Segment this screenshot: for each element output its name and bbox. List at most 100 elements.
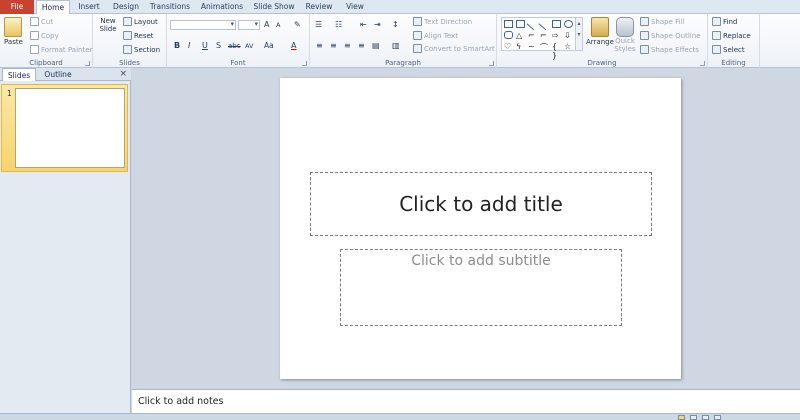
align-left-icon[interactable]: ≡ xyxy=(316,41,323,50)
tab-slides[interactable]: Slides xyxy=(2,68,36,81)
section-button[interactable]: Section xyxy=(123,45,160,54)
subtitle-placeholder[interactable]: Click to add subtitle xyxy=(340,249,622,326)
shape-effects-button[interactable]: Shape Effects xyxy=(640,45,699,54)
normal-view-icon[interactable] xyxy=(678,415,685,420)
slide-sorter-icon[interactable] xyxy=(690,415,697,420)
shrink-font-button[interactable]: A xyxy=(276,21,280,29)
font-size-combo[interactable] xyxy=(238,20,260,30)
font-launcher-icon[interactable] xyxy=(302,61,307,66)
distributed-icon[interactable]: ▤ xyxy=(372,41,380,50)
oval-shape-icon[interactable] xyxy=(564,20,573,28)
reset-button[interactable]: Reset xyxy=(123,31,154,40)
align-right-icon[interactable]: ≡ xyxy=(344,41,351,50)
shape-fill-button[interactable]: Shape Fill xyxy=(640,17,685,26)
lightning-shape-icon[interactable]: ϟ xyxy=(516,42,525,51)
align-center-icon[interactable]: ≡ xyxy=(330,41,337,50)
numbering-icon[interactable]: ☷ xyxy=(335,20,342,29)
brace-shape-icon[interactable]: { } xyxy=(552,42,561,60)
quick-styles-label: Quick Styles xyxy=(614,37,636,53)
down-arrow-shape-icon[interactable]: ⇩ xyxy=(564,31,573,40)
italic-button[interactable]: I xyxy=(188,41,190,50)
editing-group: Find Replace Select Editing xyxy=(708,14,760,68)
triangle-shape-icon[interactable]: △ xyxy=(516,31,525,40)
shapes-gallery[interactable]: △ ⌐ ⌐ ⇨ ⇩ ♡ ϟ ~ ⌒ { } ☆ xyxy=(501,17,577,60)
shapes-gallery-scroll[interactable]: ▴ ▾ xyxy=(575,17,583,51)
align-text-button[interactable]: Align Text xyxy=(413,31,458,40)
line-shape-icon[interactable] xyxy=(526,18,539,30)
vertical-textbox-shape-icon[interactable] xyxy=(516,20,525,28)
font-color-button[interactable]: A xyxy=(291,41,296,50)
tab-animations[interactable]: Animations xyxy=(196,0,248,14)
elbow-arrow-shape-icon[interactable]: ⌐ xyxy=(540,31,549,40)
tab-design[interactable]: Design xyxy=(108,0,144,14)
textbox-shape-icon[interactable] xyxy=(504,20,513,28)
copy-button[interactable]: Copy xyxy=(30,31,59,40)
slide-canvas[interactable]: Click to add title Click to add subtitle xyxy=(280,78,681,379)
elbow-connector-shape-icon[interactable]: ⌐ xyxy=(528,31,537,40)
section-icon xyxy=(123,45,132,54)
curve-shape-icon[interactable]: ~ xyxy=(528,42,537,51)
cut-button[interactable]: Cut xyxy=(30,17,53,26)
smartart-label: Convert to SmartArt xyxy=(424,44,495,53)
title-placeholder[interactable]: Click to add title xyxy=(310,172,652,236)
tab-transitions[interactable]: Transitions xyxy=(146,0,194,14)
new-slide-button[interactable]: New Slide xyxy=(97,17,395,115)
arc-shape-icon[interactable]: ⌒ xyxy=(540,42,549,52)
heart-shape-icon[interactable]: ♡ xyxy=(504,42,513,51)
font-group-label: Font xyxy=(230,59,246,67)
clipboard-group: Paste Cut Copy Format Painter Clipboard xyxy=(0,14,93,68)
slideshow-view-icon[interactable] xyxy=(714,415,721,420)
rectangle-shape-icon[interactable] xyxy=(552,20,561,28)
slide-thumbnail-row[interactable]: 1 xyxy=(1,84,128,172)
arrange-button[interactable]: Arrange xyxy=(586,17,614,46)
rounded-rect-shape-icon[interactable] xyxy=(504,31,513,39)
shape-outline-button[interactable]: Shape Outline xyxy=(640,31,700,40)
clipboard-launcher-icon[interactable] xyxy=(85,61,90,66)
quick-styles-button[interactable]: Quick Styles xyxy=(614,17,636,53)
slide-number: 1 xyxy=(7,89,12,98)
arrow-shape-icon[interactable] xyxy=(538,18,551,30)
justify-icon[interactable]: ≡ xyxy=(358,41,365,50)
reading-view-icon[interactable] xyxy=(702,415,709,420)
paragraph-launcher-icon[interactable] xyxy=(489,61,494,66)
grow-font-button[interactable]: A xyxy=(264,20,269,29)
find-button[interactable]: Find xyxy=(712,17,737,26)
drawing-launcher-icon[interactable] xyxy=(700,61,705,66)
notes-pane[interactable]: Click to add notes xyxy=(132,389,800,413)
bullets-icon[interactable]: ☰ xyxy=(315,20,322,29)
paragraph-group: ☰ ☷ ⇤ ⇥ ↕ ≡ ≡ ≡ ≡ ▤ ▥ Text Direction Ali… xyxy=(310,14,497,68)
star-shape-icon[interactable]: ☆ xyxy=(564,42,573,51)
convert-smartart-button[interactable]: Convert to SmartArt xyxy=(413,44,495,53)
tab-slide-show[interactable]: Slide Show xyxy=(250,0,298,14)
slide-thumbnail[interactable] xyxy=(15,88,125,168)
replace-button[interactable]: Replace xyxy=(712,31,751,40)
shadow-button[interactable]: S xyxy=(216,41,221,50)
text-direction-button[interactable]: Text Direction xyxy=(413,17,472,26)
right-arrow-shape-icon[interactable]: ⇨ xyxy=(552,31,561,40)
font-name-combo[interactable] xyxy=(170,20,236,30)
character-spacing-button[interactable]: AV xyxy=(245,42,253,50)
tab-outline[interactable]: Outline xyxy=(38,68,78,81)
tab-review[interactable]: Review xyxy=(300,0,338,14)
increase-indent-icon[interactable]: ⇥ xyxy=(374,20,381,29)
line-spacing-icon[interactable]: ↕ xyxy=(392,20,399,29)
decrease-indent-icon[interactable]: ⇤ xyxy=(360,20,367,29)
layout-button[interactable]: Layout xyxy=(123,17,158,26)
clear-formatting-icon[interactable]: ✎ xyxy=(294,20,301,29)
tab-file[interactable]: File xyxy=(0,0,34,14)
ribbon-tab-bar: File Home Insert Design Transitions Anim… xyxy=(0,0,800,15)
strikethrough-button[interactable]: abc xyxy=(228,42,241,50)
format-painter-button[interactable]: Format Painter xyxy=(30,45,92,54)
close-pane-icon[interactable]: × xyxy=(119,69,127,79)
paste-button[interactable]: Paste xyxy=(4,17,23,46)
change-case-button[interactable]: Aa xyxy=(264,41,274,50)
bold-button[interactable]: B xyxy=(174,41,180,50)
tab-view[interactable]: View xyxy=(340,0,370,14)
find-label: Find xyxy=(723,17,738,26)
tab-insert[interactable]: Insert xyxy=(72,0,106,14)
columns-icon[interactable]: ▥ xyxy=(392,41,400,50)
underline-button[interactable]: U xyxy=(202,41,208,50)
tab-home[interactable]: Home xyxy=(36,0,70,15)
select-button[interactable]: Select xyxy=(712,45,745,54)
align-text-label: Align Text xyxy=(424,31,458,40)
